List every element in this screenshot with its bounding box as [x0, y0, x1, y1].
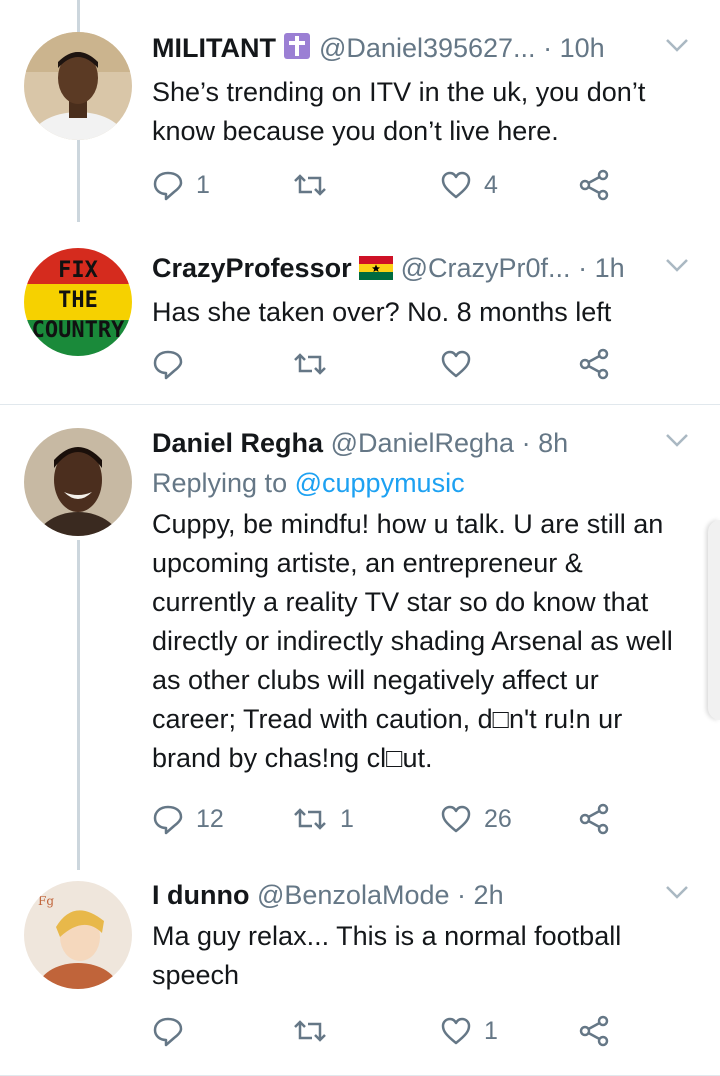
chevron-down-icon[interactable]: [664, 431, 690, 449]
timestamp[interactable]: 2h: [474, 880, 504, 910]
tweet-benzolamode[interactable]: Fg I dunno @BenzolaMode · 2h Ma guy rela…: [0, 865, 720, 1076]
timestamp[interactable]: 8h: [538, 428, 568, 458]
share-button[interactable]: [578, 344, 610, 384]
chevron-down-icon[interactable]: [664, 256, 690, 274]
ghana-flag-icon: [359, 253, 394, 289]
reply-count: 1: [196, 170, 210, 199]
avatar-text-line: THE: [58, 288, 98, 313]
retweet-button[interactable]: 1: [292, 799, 354, 839]
retweet-button[interactable]: [292, 1011, 340, 1051]
chevron-down-icon[interactable]: [664, 36, 690, 54]
retweet-count: 1: [340, 804, 354, 833]
retweet-button[interactable]: [292, 165, 340, 205]
avatar-text-line: FIX: [58, 258, 98, 283]
avatar[interactable]: [24, 428, 132, 536]
handle[interactable]: @BenzolaMode: [257, 880, 450, 910]
mention-link[interactable]: @cuppymusic: [295, 468, 465, 498]
display-name[interactable]: I dunno: [152, 880, 249, 910]
reply-button[interactable]: 12: [152, 799, 224, 839]
share-icon: [579, 348, 609, 380]
like-count: 1: [484, 1016, 498, 1045]
tweet-crazyprofessor[interactable]: FIX THE COUNTRY CrazyProfessor @CrazyPr0…: [0, 236, 720, 404]
tweet-text: Ma guy relax... This is a normal footbal…: [152, 921, 622, 990]
tweet-militant[interactable]: MILITANT @Daniel395627... · 10h She’s tr…: [0, 0, 720, 236]
tweet-text: She’s trending on ITV in the uk, you don…: [152, 77, 646, 146]
reply-icon: [153, 171, 183, 201]
like-button[interactable]: 26: [440, 799, 512, 839]
handle[interactable]: @CrazyPr0f...: [401, 253, 571, 283]
reply-button[interactable]: [152, 1011, 196, 1051]
handle[interactable]: @DanielRegha: [331, 428, 515, 458]
svg-text:Fg: Fg: [38, 894, 54, 908]
like-button[interactable]: 4: [440, 165, 498, 205]
timestamp[interactable]: 1h: [595, 253, 625, 283]
share-icon: [579, 1015, 609, 1047]
retweet-button[interactable]: [292, 344, 340, 384]
tweet-text: Cuppy, be mindfu! how u talk. U are stil…: [152, 509, 673, 773]
reply-icon: [153, 1017, 183, 1047]
heart-icon: [441, 350, 471, 378]
avatar-text-line: COUNTRY: [31, 318, 125, 343]
display-name[interactable]: MILITANT: [152, 33, 276, 63]
share-button[interactable]: [578, 799, 610, 839]
retweet-icon: [294, 353, 326, 375]
heart-icon: [441, 805, 471, 833]
share-icon: [579, 803, 609, 835]
tweet-danielregha[interactable]: Daniel Regha @DanielRegha · 8h Replying …: [0, 405, 720, 865]
replying-to: Replying to @cuppymusic: [152, 465, 690, 501]
chevron-down-icon[interactable]: [664, 883, 690, 901]
reply-button[interactable]: 1: [152, 165, 210, 205]
handle[interactable]: @Daniel395627...: [319, 33, 536, 63]
replying-prefix: Replying to: [152, 468, 288, 498]
tweet-text: Has she taken over? No. 8 months left: [152, 297, 612, 327]
share-button[interactable]: [578, 1011, 610, 1051]
like-button[interactable]: 1: [440, 1011, 498, 1051]
like-count: 26: [484, 804, 512, 833]
retweet-icon: [294, 808, 326, 830]
reply-icon: [153, 350, 183, 380]
avatar[interactable]: [24, 32, 132, 140]
share-icon: [579, 169, 609, 201]
like-count: 4: [484, 170, 498, 199]
display-name[interactable]: CrazyProfessor: [152, 253, 352, 283]
avatar[interactable]: FIX THE COUNTRY: [24, 248, 132, 356]
retweet-icon: [294, 1020, 326, 1042]
reply-icon: [153, 805, 183, 835]
like-button[interactable]: [440, 344, 484, 384]
retweet-icon: [294, 174, 326, 196]
cross-icon: [283, 32, 311, 69]
share-button[interactable]: [578, 165, 610, 205]
avatar[interactable]: Fg: [24, 881, 132, 989]
scroll-edge-handle[interactable]: [708, 520, 720, 720]
heart-icon: [441, 171, 471, 199]
reply-button[interactable]: [152, 344, 196, 384]
heart-icon: [441, 1017, 471, 1045]
timestamp[interactable]: 10h: [560, 33, 605, 63]
reply-count: 12: [196, 804, 224, 833]
display-name[interactable]: Daniel Regha: [152, 428, 323, 458]
